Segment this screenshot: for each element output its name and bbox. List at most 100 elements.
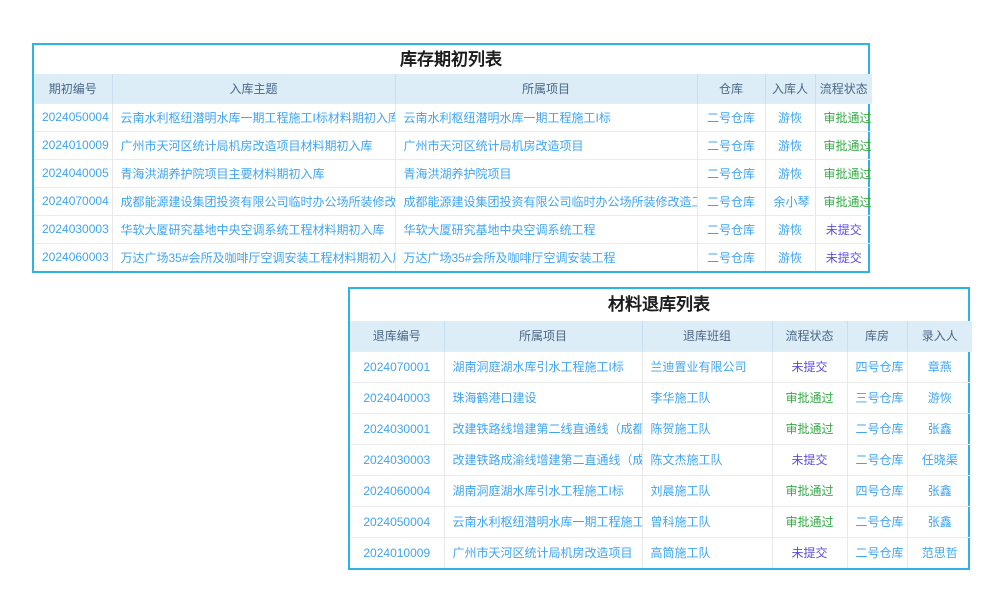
inventory-initial-table-title: 库存期初列表 <box>34 45 868 74</box>
status-cell: 审批通过 <box>772 382 847 413</box>
warehouse-cell: 二号仓库 <box>697 103 765 131</box>
warehouse-cell: 二号仓库 <box>697 215 765 243</box>
initial-id-link[interactable]: 2024010009 <box>34 131 112 159</box>
subject-cell: 万达广场35#会所及咖啡厅空调安装工程材料期初入库 <box>112 243 395 271</box>
warehouse-cell: 二号仓库 <box>697 131 765 159</box>
return-id-link[interactable]: 2024040003 <box>350 382 444 413</box>
project-cell: 成都能源建设集团投资有限公司临时办公场所装修改造工程... <box>395 187 697 215</box>
initial-id-link[interactable]: 2024050004 <box>34 103 112 131</box>
team-cell: 曾科施工队 <box>642 506 772 537</box>
status-cell: 审批通过 <box>815 131 872 159</box>
warehouse-cell: 二号仓库 <box>697 187 765 215</box>
col-header-project: 所属项目 <box>444 321 642 351</box>
col-header-project: 所属项目 <box>395 74 697 103</box>
col-header-inbound-subject: 入库主题 <box>112 74 395 103</box>
status-cell: 未提交 <box>815 215 872 243</box>
header-row: 期初编号 入库主题 所属项目 仓库 入库人 流程状态 <box>34 74 872 103</box>
return-id-link[interactable]: 2024050004 <box>350 506 444 537</box>
status-cell: 未提交 <box>772 537 847 568</box>
person-cell: 任晓渠 <box>907 444 972 475</box>
team-cell: 高筒施工队 <box>642 537 772 568</box>
table-row: 2024060004 湖南洞庭湖水库引水工程施工I标 刘晨施工队 审批通过 四号… <box>350 475 972 506</box>
table-row: 2024050004 云南水利枢纽潜明水库一期工程施工I标材料期初入库 云南水利… <box>34 103 872 131</box>
table-row: 2024030001 改建铁路线增建第二线直通线（成都-西... 陈贺施工队 审… <box>350 413 972 444</box>
status-cell: 审批通过 <box>772 475 847 506</box>
storeroom-cell: 二号仓库 <box>847 537 907 568</box>
status-cell: 审批通过 <box>772 506 847 537</box>
project-cell: 云南水利枢纽潜明水库一期工程施工I标 <box>444 506 642 537</box>
status-cell: 未提交 <box>772 351 847 382</box>
storeroom-cell: 二号仓库 <box>847 444 907 475</box>
project-cell: 青海洪湖养护院项目 <box>395 159 697 187</box>
warehouse-cell: 二号仓库 <box>697 159 765 187</box>
material-return-table: 材料退库列表 退库编号 所属项目 退库班组 流程状态 库房 录入人 202407… <box>348 287 970 570</box>
col-header-warehouse: 仓库 <box>697 74 765 103</box>
person-cell: 张鑫 <box>907 475 972 506</box>
table-row: 2024040005 青海洪湖养护院项目主要材料期初入库 青海洪湖养护院项目 二… <box>34 159 872 187</box>
header-row: 退库编号 所属项目 退库班组 流程状态 库房 录入人 <box>350 321 972 351</box>
subject-cell: 广州市天河区统计局机房改造项目材料期初入库 <box>112 131 395 159</box>
team-cell: 兰迪置业有限公司 <box>642 351 772 382</box>
storeroom-cell: 四号仓库 <box>847 475 907 506</box>
subject-cell: 华软大厦研究基地中央空调系统工程材料期初入库 <box>112 215 395 243</box>
person-cell: 余小琴 <box>765 187 815 215</box>
col-header-return-team: 退库班组 <box>642 321 772 351</box>
project-cell: 万达广场35#会所及咖啡厅空调安装工程 <box>395 243 697 271</box>
storeroom-cell: 三号仓库 <box>847 382 907 413</box>
table-row: 2024010009 广州市天河区统计局机房改造项目 高筒施工队 未提交 二号仓… <box>350 537 972 568</box>
table-row: 2024050004 云南水利枢纽潜明水库一期工程施工I标 曾科施工队 审批通过… <box>350 506 972 537</box>
table-row: 2024040003 珠海鹤港口建设 李华施工队 审批通过 三号仓库 游恢 <box>350 382 972 413</box>
table-row: 2024030003 改建铁路成渝线增建第二直通线（成渝... 陈文杰施工队 未… <box>350 444 972 475</box>
table-row: 2024070004 成都能源建设集团投资有限公司临时办公场所装修改造工程EPC… <box>34 187 872 215</box>
subject-cell: 云南水利枢纽潜明水库一期工程施工I标材料期初入库 <box>112 103 395 131</box>
col-header-entry-person: 录入人 <box>907 321 972 351</box>
person-cell: 游恢 <box>765 215 815 243</box>
project-cell: 广州市天河区统计局机房改造项目 <box>444 537 642 568</box>
team-cell: 李华施工队 <box>642 382 772 413</box>
return-id-link[interactable]: 2024030001 <box>350 413 444 444</box>
return-id-link[interactable]: 2024030003 <box>350 444 444 475</box>
subject-cell: 成都能源建设集团投资有限公司临时办公场所装修改造工程EPC... <box>112 187 395 215</box>
storeroom-cell: 二号仓库 <box>847 413 907 444</box>
initial-id-link[interactable]: 2024030003 <box>34 215 112 243</box>
project-cell: 华软大厦研究基地中央空调系统工程 <box>395 215 697 243</box>
col-header-inbound-person: 入库人 <box>765 74 815 103</box>
person-cell: 张鑫 <box>907 506 972 537</box>
person-cell: 张鑫 <box>907 413 972 444</box>
storeroom-cell: 四号仓库 <box>847 351 907 382</box>
initial-id-link[interactable]: 2024070004 <box>34 187 112 215</box>
project-cell: 广州市天河区统计局机房改造项目 <box>395 131 697 159</box>
project-cell: 湖南洞庭湖水库引水工程施工I标 <box>444 351 642 382</box>
person-cell: 游恢 <box>765 159 815 187</box>
col-header-flow-status: 流程状态 <box>772 321 847 351</box>
col-header-flow-status: 流程状态 <box>815 74 872 103</box>
project-cell: 改建铁路成渝线增建第二直通线（成渝... <box>444 444 642 475</box>
col-header-return-id: 退库编号 <box>350 321 444 351</box>
status-cell: 审批通过 <box>815 187 872 215</box>
person-cell: 游恢 <box>765 243 815 271</box>
return-id-link[interactable]: 2024060004 <box>350 475 444 506</box>
initial-id-link[interactable]: 2024040005 <box>34 159 112 187</box>
project-cell: 湖南洞庭湖水库引水工程施工I标 <box>444 475 642 506</box>
warehouse-cell: 二号仓库 <box>697 243 765 271</box>
status-cell: 未提交 <box>815 243 872 271</box>
table-row: 2024070001 湖南洞庭湖水库引水工程施工I标 兰迪置业有限公司 未提交 … <box>350 351 972 382</box>
table-row: 2024060003 万达广场35#会所及咖啡厅空调安装工程材料期初入库 万达广… <box>34 243 872 271</box>
team-cell: 刘晨施工队 <box>642 475 772 506</box>
material-return-table-title: 材料退库列表 <box>350 289 968 321</box>
person-cell: 章燕 <box>907 351 972 382</box>
material-return-grid: 退库编号 所属项目 退库班组 流程状态 库房 录入人 2024070001 湖南… <box>350 321 972 568</box>
team-cell: 陈贺施工队 <box>642 413 772 444</box>
storeroom-cell: 二号仓库 <box>847 506 907 537</box>
return-id-link[interactable]: 2024010009 <box>350 537 444 568</box>
table-row: 2024030003 华软大厦研究基地中央空调系统工程材料期初入库 华软大厦研究… <box>34 215 872 243</box>
status-cell: 未提交 <box>772 444 847 475</box>
inventory-initial-table: 库存期初列表 期初编号 入库主题 所属项目 仓库 入库人 流程状态 202405… <box>32 43 870 273</box>
return-id-link[interactable]: 2024070001 <box>350 351 444 382</box>
person-cell: 范思哲 <box>907 537 972 568</box>
initial-id-link[interactable]: 2024060003 <box>34 243 112 271</box>
project-cell: 改建铁路线增建第二线直通线（成都-西... <box>444 413 642 444</box>
team-cell: 陈文杰施工队 <box>642 444 772 475</box>
inventory-initial-grid: 期初编号 入库主题 所属项目 仓库 入库人 流程状态 2024050004 云南… <box>34 74 872 271</box>
person-cell: 游恢 <box>765 103 815 131</box>
